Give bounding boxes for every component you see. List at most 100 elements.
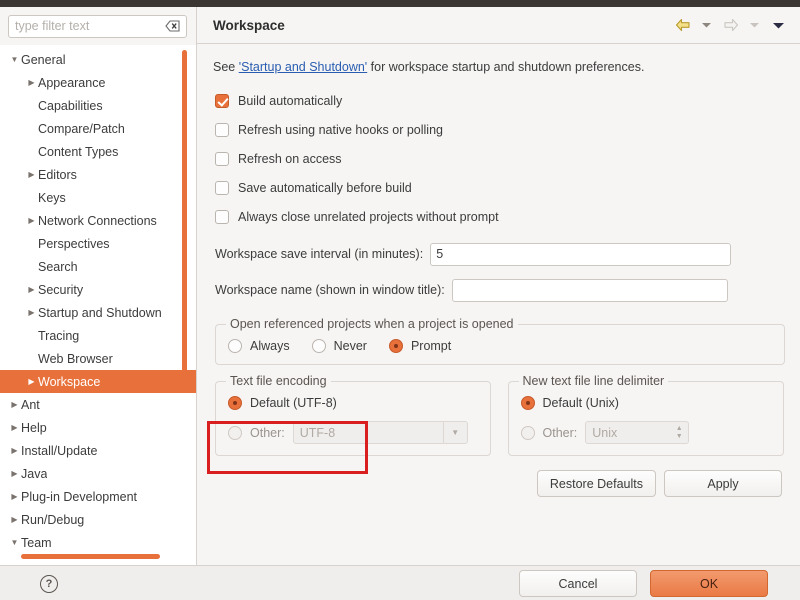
delimiter-other-radio[interactable] — [520, 425, 535, 440]
sidebar-item-label: Search — [38, 259, 78, 274]
tree-vertical-scrollbar[interactable] — [182, 50, 187, 390]
encoding-default-option[interactable]: Default (UTF-8) — [228, 396, 478, 410]
checkbox-row-refresh-on-access[interactable]: Refresh on access — [215, 144, 784, 173]
delimiter-default-option[interactable]: Default (Unix) — [520, 396, 772, 410]
open-referenced-option-never[interactable]: Never — [311, 339, 367, 353]
encoding-other-option[interactable]: Other: UTF-8 ▼ — [228, 421, 478, 444]
delimiter-default-radio[interactable] — [520, 396, 535, 410]
chevron-right-icon[interactable]: ▶ — [25, 170, 38, 179]
checkbox-row-refresh-using-native-hooks-or-polling[interactable]: Refresh using native hooks or polling — [215, 115, 784, 144]
sidebar-item-content-types[interactable]: Content Types — [0, 140, 196, 163]
sidebar-item-general[interactable]: ▼ General — [0, 48, 196, 71]
sidebar-item-editors[interactable]: ▶ Editors — [0, 163, 196, 186]
radio-always[interactable] — [228, 339, 242, 353]
sidebar-item-label: Java — [21, 466, 48, 481]
checkbox-always-close-unrelated-projects-without-prompt[interactable] — [215, 209, 229, 224]
radio-never[interactable] — [311, 339, 326, 353]
checkbox-build-automatically[interactable] — [215, 93, 229, 108]
encoding-default-radio[interactable] — [228, 396, 242, 410]
checkbox-label: Build automatically — [238, 93, 343, 108]
open-referenced-option-always[interactable]: Always — [228, 339, 290, 353]
sidebar-item-run-debug[interactable]: ▶ Run/Debug — [0, 508, 196, 531]
sidebar-item-label: Perspectives — [38, 236, 110, 251]
line-delimiter-title: New text file line delimiter — [518, 374, 669, 388]
open-referenced-option-prompt[interactable]: Prompt — [388, 339, 451, 353]
forward-arrow-icon — [721, 16, 740, 35]
chevron-right-icon[interactable]: ▶ — [8, 515, 21, 524]
filter-input[interactable]: type filter text — [15, 19, 165, 33]
sidebar-item-install-update[interactable]: ▶ Install/Update — [0, 439, 196, 462]
chevron-right-icon[interactable]: ▶ — [25, 285, 38, 294]
sidebar-item-web-browser[interactable]: Web Browser — [0, 347, 196, 370]
encoding-default-label: Default (UTF-8) — [250, 396, 337, 410]
sidebar-item-label: Content Types — [38, 144, 119, 159]
cancel-button[interactable]: Cancel — [519, 570, 637, 597]
chevron-down-icon[interactable]: ▼ — [442, 422, 467, 443]
radio-prompt[interactable] — [388, 339, 403, 353]
checkbox-save-automatically-before-build[interactable] — [215, 180, 229, 195]
checkbox-refresh-on-access[interactable] — [215, 151, 229, 166]
encoding-other-value: UTF-8 — [299, 425, 336, 440]
chevron-right-icon[interactable]: ▶ — [8, 469, 21, 478]
sidebar-item-tracing[interactable]: Tracing — [0, 324, 196, 347]
sidebar-item-startup-and-shutdown[interactable]: ▶ Startup and Shutdown — [0, 301, 196, 324]
chevron-right-icon[interactable]: ▶ — [8, 423, 21, 432]
back-arrow-icon[interactable] — [673, 16, 692, 35]
sidebar-item-appearance[interactable]: ▶ Appearance — [0, 71, 196, 94]
apply-button[interactable]: Apply — [664, 470, 782, 497]
sidebar-item-plug-in-development[interactable]: ▶ Plug-in Development — [0, 485, 196, 508]
intro-text: See 'Startup and Shutdown' for workspace… — [213, 44, 784, 74]
workspace-name-input[interactable] — [451, 278, 728, 302]
dialog-footer: ? Cancel OK — [0, 565, 800, 600]
line-delimiter-group: New text file line delimiter Default (Un… — [507, 374, 784, 456]
checkbox-row-always-close-unrelated-projects-without-prompt[interactable]: Always close unrelated projects without … — [215, 202, 784, 231]
sidebar-item-compare-patch[interactable]: Compare/Patch — [0, 117, 196, 140]
sidebar-item-network-connections[interactable]: ▶ Network Connections — [0, 209, 196, 232]
page-menu-chevron-down-icon[interactable] — [769, 16, 788, 35]
chevron-right-icon[interactable]: ▶ — [25, 78, 38, 87]
sidebar-item-search[interactable]: Search — [0, 255, 196, 278]
filter-box[interactable]: type filter text — [8, 14, 187, 38]
ok-button[interactable]: OK — [650, 570, 768, 597]
chevron-down-icon[interactable]: ▼ — [8, 538, 21, 547]
delimiter-other-spinner[interactable]: Unix ▲ ▼ — [585, 421, 690, 444]
sidebar-item-help[interactable]: ▶ Help — [0, 416, 196, 439]
help-icon[interactable]: ? — [40, 575, 58, 593]
open-referenced-radio-group: Always Never Prompt — [228, 339, 772, 353]
filter-area: type filter text — [0, 7, 196, 45]
checkbox-label: Refresh using native hooks or polling — [238, 122, 443, 137]
chevron-right-icon[interactable]: ▶ — [25, 308, 38, 317]
sidebar-item-java[interactable]: ▶ Java — [0, 462, 196, 485]
sidebar-item-perspectives[interactable]: Perspectives — [0, 232, 196, 255]
sidebar-item-security[interactable]: ▶ Security — [0, 278, 196, 301]
back-history-chevron-down-icon[interactable] — [697, 16, 716, 35]
chevron-down-icon[interactable]: ▼ — [8, 55, 21, 64]
sidebar-item-label: Plug-in Development — [21, 489, 138, 504]
tree-horizontal-scrollbar[interactable] — [21, 554, 160, 559]
spinner-arrows-icon[interactable]: ▲ ▼ — [670, 422, 688, 443]
chevron-right-icon[interactable]: ▶ — [8, 446, 21, 455]
save-interval-input[interactable] — [430, 242, 732, 266]
sidebar-item-ant[interactable]: ▶ Ant — [0, 393, 196, 416]
encoding-other-radio[interactable] — [228, 425, 242, 440]
sidebar-item-keys[interactable]: Keys — [0, 186, 196, 209]
chevron-right-icon[interactable]: ▶ — [8, 492, 21, 501]
tree-scroll-area[interactable]: ▼ General ▶ Appearance Capabilities Compare/P… — [0, 45, 196, 565]
sidebar-item-label: Startup and Shutdown — [38, 305, 162, 320]
sidebar-item-team[interactable]: ▼ Team — [0, 531, 196, 554]
encoding-other-combo[interactable]: UTF-8 ▼ — [292, 421, 468, 444]
chevron-right-icon[interactable]: ▶ — [25, 216, 38, 225]
restore-defaults-button[interactable]: Restore Defaults — [536, 470, 656, 497]
checkbox-row-save-automatically-before-build[interactable]: Save automatically before build — [215, 173, 784, 202]
checkbox-refresh-using-native-hooks-or-polling[interactable] — [215, 122, 229, 137]
sidebar-item-label: Ant — [21, 397, 40, 412]
checkbox-row-build-automatically[interactable]: Build automatically — [215, 86, 784, 115]
delimiter-other-option[interactable]: Other: Unix ▲ ▼ — [520, 421, 772, 444]
save-interval-row: Workspace save interval (in minutes): — [215, 239, 784, 269]
startup-shutdown-link[interactable]: 'Startup and Shutdown' — [239, 60, 367, 74]
chevron-right-icon[interactable]: ▶ — [25, 377, 38, 386]
clear-icon[interactable] — [165, 20, 180, 33]
sidebar-item-workspace[interactable]: ▶ Workspace — [0, 370, 196, 393]
chevron-right-icon[interactable]: ▶ — [8, 400, 21, 409]
sidebar-item-capabilities[interactable]: Capabilities — [0, 94, 196, 117]
